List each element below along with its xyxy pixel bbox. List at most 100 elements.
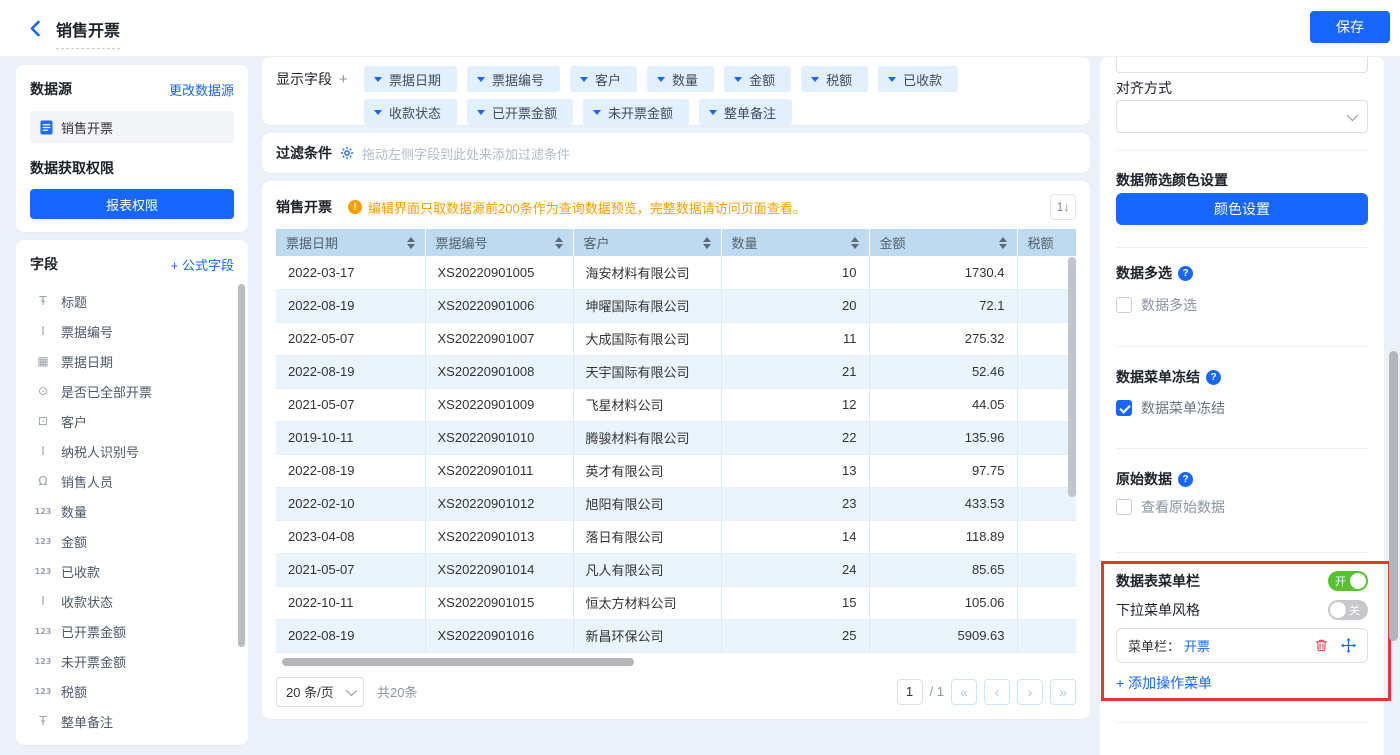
field-item[interactable]: 123金额 xyxy=(30,526,234,556)
display-field-chip[interactable]: 整单备注 xyxy=(699,99,792,125)
display-field-chip[interactable]: 已开票金额 xyxy=(467,99,573,125)
display-field-chip[interactable]: 客户 xyxy=(570,66,637,92)
datasource-item[interactable]: 销售开票 xyxy=(30,111,234,143)
display-field-chip[interactable]: 金额 xyxy=(724,66,791,92)
column-header[interactable]: 税额 xyxy=(1017,229,1076,256)
back-button[interactable] xyxy=(26,19,46,39)
table-cell: 新昌环保公司 xyxy=(573,619,721,652)
field-item[interactable]: Ω销售人员 xyxy=(30,466,234,496)
field-item[interactable]: 123未开票金额 xyxy=(30,646,234,676)
menu-bar-item[interactable]: 菜单栏： 开票 xyxy=(1116,628,1368,663)
display-field-chip[interactable]: 收款状态 xyxy=(364,99,457,125)
dropdown-style-toggle-off[interactable]: 关 xyxy=(1328,600,1368,620)
multi-select-checkbox-label: 数据多选 xyxy=(1141,295,1197,315)
field-item[interactable]: ⊡客户 xyxy=(30,406,234,436)
table-cell xyxy=(1017,586,1076,619)
menu-freeze-heading-text: 数据菜单冻结 xyxy=(1116,367,1200,387)
clipped-input[interactable] xyxy=(1116,57,1368,73)
window-scrollbar-thumb[interactable] xyxy=(1389,351,1398,641)
field-list: Ŧ标题I票据编号▦票据日期⊙是否已全部开票⊡客户I纳税人识别号Ω销售人员123数… xyxy=(30,286,234,736)
display-field-chip[interactable]: 已收款 xyxy=(878,66,958,92)
table-vertical-scrollbar-thumb[interactable] xyxy=(1068,257,1076,497)
gear-icon[interactable] xyxy=(340,146,354,160)
add-formula-field-link[interactable]: + 公式字段 xyxy=(171,255,234,274)
menu-freeze-checkbox[interactable] xyxy=(1116,400,1132,416)
sort-arrows-icon[interactable] xyxy=(999,237,1007,249)
field-item-label: 未开票金额 xyxy=(61,652,126,671)
table-cell: 25 xyxy=(721,619,869,652)
raw-data-checkbox[interactable] xyxy=(1116,499,1132,515)
table-row: 2023-04-08XS20220901013落日有限公司14118.89 xyxy=(276,520,1076,553)
add-display-field-button[interactable]: + xyxy=(339,71,348,88)
dropdown-style-label: 下拉菜单风格 xyxy=(1116,600,1200,620)
dropdown-caret-icon xyxy=(477,77,485,82)
field-item-label: 票据日期 xyxy=(61,352,113,371)
menu-bar-toggle-on[interactable]: 开 xyxy=(1328,571,1368,591)
sort-arrows-icon[interactable] xyxy=(703,237,711,249)
raw-data-heading-text: 原始数据 xyxy=(1116,469,1172,489)
save-button[interactable]: 保存 xyxy=(1310,11,1390,43)
column-header[interactable]: 票据编号 xyxy=(425,229,573,256)
sort-arrows-icon[interactable] xyxy=(851,237,859,249)
page-size-select[interactable]: 20 条/页 xyxy=(276,677,364,707)
sort-arrows-icon[interactable] xyxy=(555,237,563,249)
next-page-button[interactable]: › xyxy=(1017,679,1043,705)
field-item-label: 纳税人识别号 xyxy=(61,442,139,461)
help-icon[interactable]: ? xyxy=(1178,266,1193,281)
add-action-menu-link[interactable]: + 添加操作菜单 xyxy=(1116,673,1368,693)
help-icon[interactable]: ? xyxy=(1178,472,1193,487)
display-field-chip[interactable]: 税额 xyxy=(801,66,868,92)
column-header[interactable]: 数量 xyxy=(721,229,869,256)
color-settings-button[interactable]: 颜色设置 xyxy=(1116,193,1368,225)
column-header[interactable]: 金额 xyxy=(869,229,1017,256)
alignment-select[interactable] xyxy=(1116,100,1368,133)
filter-color-heading: 数据筛选颜色设置 xyxy=(1116,170,1368,190)
move-icon[interactable] xyxy=(1341,638,1356,653)
table-cell: 2022-03-17 xyxy=(276,256,425,289)
sort-up-icon xyxy=(851,237,859,242)
help-icon[interactable]: ? xyxy=(1206,370,1221,385)
field-item[interactable]: ▦票据日期 xyxy=(30,346,234,376)
table-cell: 2022-08-19 xyxy=(276,355,425,388)
field-item[interactable]: 123税额 xyxy=(30,676,234,706)
table-horizontal-scrollbar-thumb[interactable] xyxy=(282,658,634,666)
multi-select-checkbox[interactable] xyxy=(1116,297,1132,313)
table-cell: 大成国际有限公司 xyxy=(573,322,721,355)
field-item[interactable]: 123已开票金额 xyxy=(30,616,234,646)
page-title[interactable]: 销售开票 xyxy=(56,17,120,49)
page-number-input[interactable]: 1 xyxy=(897,679,923,705)
field-item[interactable]: Ŧ标题 xyxy=(30,286,234,316)
display-field-chip[interactable]: 未开票金额 xyxy=(583,99,689,125)
table-cell: XS20220901013 xyxy=(425,520,573,553)
fields-scrollbar-thumb[interactable] xyxy=(238,284,245,647)
field-item[interactable]: 123已收款 xyxy=(30,556,234,586)
table-cell: XS20220901012 xyxy=(425,487,573,520)
number-icon: 123 xyxy=(34,627,52,636)
column-header[interactable]: 票据日期 xyxy=(276,229,425,256)
sort-order-icon[interactable]: 1↓ xyxy=(1050,194,1076,220)
table-row: 2022-03-17XS20220901005海安材料有限公司101730.4 xyxy=(276,256,1076,289)
change-datasource-link[interactable]: 更改数据源 xyxy=(169,80,234,99)
field-item[interactable]: 123数量 xyxy=(30,496,234,526)
field-item[interactable]: Ŧ整单备注 xyxy=(30,706,234,736)
report-permission-button[interactable]: 报表权限 xyxy=(30,189,234,219)
column-header-label: 税额 xyxy=(1028,233,1054,252)
raw-data-checkbox-row: 查看原始数据 xyxy=(1116,497,1368,517)
field-item[interactable]: I收款状态 xyxy=(30,586,234,616)
display-field-chip[interactable]: 票据日期 xyxy=(364,66,457,92)
column-header[interactable]: 客户 xyxy=(573,229,721,256)
dropdown-caret-icon xyxy=(593,110,601,115)
field-item[interactable]: ⊙是否已全部开票 xyxy=(30,376,234,406)
prev-page-button[interactable]: ‹ xyxy=(984,679,1010,705)
last-page-button[interactable]: » xyxy=(1050,679,1076,705)
field-item[interactable]: I票据编号 xyxy=(30,316,234,346)
dropdown-caret-icon xyxy=(580,77,588,82)
display-field-chip[interactable]: 票据编号 xyxy=(467,66,560,92)
chip-row: 收款状态已开票金额未开票金额整单备注 xyxy=(364,99,958,125)
sort-arrows-icon[interactable] xyxy=(407,237,415,249)
trash-icon[interactable] xyxy=(1314,638,1329,653)
first-page-button[interactable]: « xyxy=(951,679,977,705)
display-field-chip[interactable]: 数量 xyxy=(647,66,714,92)
number-icon: 123 xyxy=(34,507,52,516)
field-item[interactable]: I纳税人识别号 xyxy=(30,436,234,466)
